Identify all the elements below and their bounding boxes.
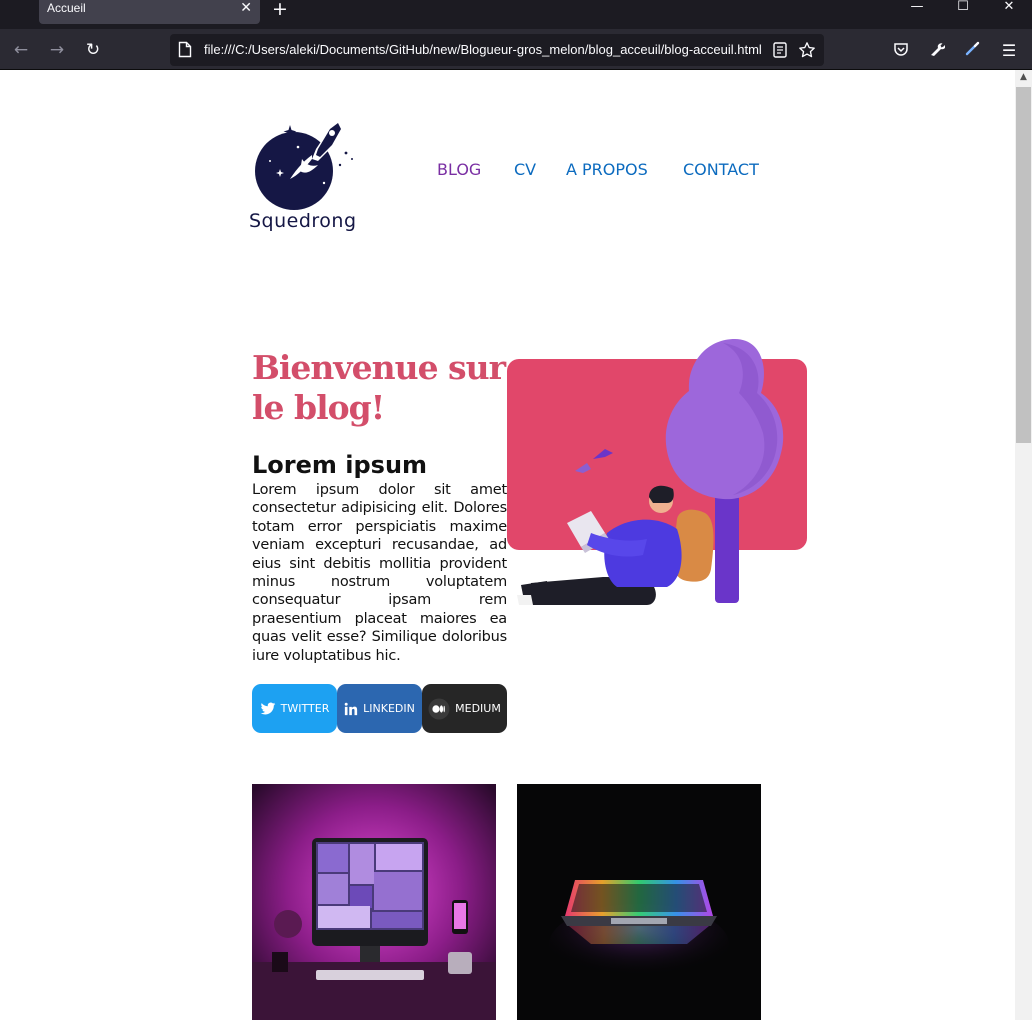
scroll-up-arrow-icon[interactable]: ▲ bbox=[1015, 72, 1032, 82]
wrench-icon[interactable] bbox=[929, 41, 945, 57]
nav-cv-link[interactable]: CV bbox=[514, 160, 536, 179]
blog-card-imac[interactable] bbox=[252, 784, 496, 1020]
scroll-thumb[interactable] bbox=[1016, 87, 1031, 443]
nav-a-propos-link[interactable]: A PROPOS bbox=[566, 160, 648, 179]
reader-view-icon[interactable] bbox=[773, 42, 787, 58]
reading-person-illustration bbox=[507, 339, 807, 605]
linkedin-label: LINKEDIN bbox=[363, 702, 415, 715]
reload-icon[interactable]: ↻ bbox=[81, 38, 105, 62]
medium-button[interactable]: MEDIUM bbox=[422, 684, 507, 733]
menu-icon[interactable]: ☰ bbox=[997, 38, 1021, 62]
tab-close-icon[interactable]: ✕ bbox=[240, 1, 252, 15]
eyedropper-icon[interactable] bbox=[964, 41, 980, 57]
linkedin-button[interactable]: LINKEDIN bbox=[337, 684, 422, 733]
section-subtitle: Lorem ipsum bbox=[252, 451, 428, 479]
intro-paragraph: Lorem ipsum dolor sit amet consectetur a… bbox=[252, 482, 507, 664]
minimize-window-button[interactable]: — bbox=[894, 0, 940, 16]
linkedin-icon bbox=[344, 702, 358, 715]
imac-photo bbox=[252, 784, 496, 1020]
hero-title: Bienvenue sur le blog! bbox=[252, 348, 506, 427]
medium-icon bbox=[428, 698, 450, 719]
browser-toolbar: ← → ↻ file:///C:/Users/aleki/Documents/G… bbox=[0, 29, 1032, 70]
twitter-button[interactable]: TWITTER bbox=[252, 684, 337, 733]
url-bar[interactable]: file:///C:/Users/aleki/Documents/GitHub/… bbox=[170, 34, 824, 66]
laptop-photo bbox=[517, 784, 761, 1020]
forward-arrow-icon[interactable]: → bbox=[45, 38, 69, 62]
nav-blog-link[interactable]: BLOG bbox=[437, 160, 481, 179]
close-window-button[interactable]: ✕ bbox=[986, 0, 1032, 16]
medium-label: MEDIUM bbox=[455, 702, 501, 715]
logo-text: Squedrong bbox=[249, 210, 357, 232]
maximize-window-button[interactable]: ☐ bbox=[940, 0, 986, 16]
new-tab-button[interactable]: + bbox=[272, 0, 288, 19]
page-icon bbox=[178, 41, 192, 58]
blog-card-laptop[interactable] bbox=[517, 784, 761, 1020]
twitter-label: TWITTER bbox=[280, 702, 330, 715]
nav-contact-link[interactable]: CONTACT bbox=[683, 160, 759, 179]
browser-tab-strip: Accueil ✕ + — ☐ ✕ bbox=[0, 0, 1032, 29]
twitter-bird-icon bbox=[260, 702, 275, 714]
browser-tab[interactable]: Accueil ✕ bbox=[39, 0, 260, 24]
page-scrollbar[interactable]: ▲ bbox=[1015, 70, 1032, 1020]
pocket-icon[interactable] bbox=[893, 41, 909, 57]
url-text[interactable]: file:///C:/Users/aleki/Documents/GitHub/… bbox=[204, 42, 766, 57]
bookmark-star-icon[interactable] bbox=[798, 41, 816, 59]
back-arrow-icon[interactable]: ← bbox=[9, 38, 33, 62]
tab-title: Accueil bbox=[47, 1, 86, 15]
